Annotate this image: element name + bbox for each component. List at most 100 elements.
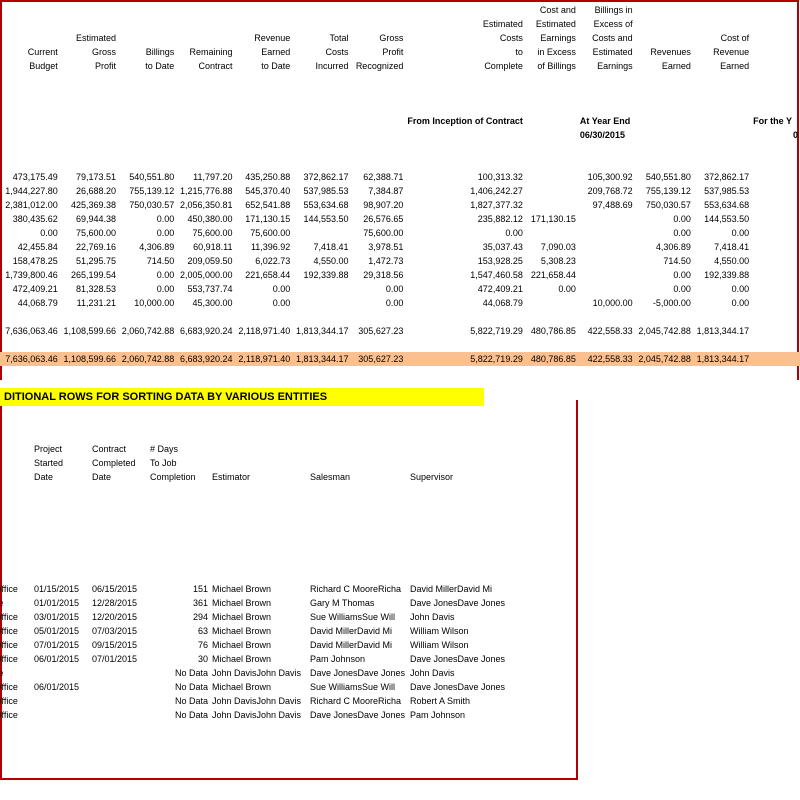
cell[interactable]: 03/01/2015 — [32, 610, 90, 624]
cell[interactable]: 750,030.57 — [118, 198, 176, 212]
cell[interactable]: 0.00 — [118, 268, 176, 282]
cell[interactable]: David MillerDavid Mi — [308, 624, 408, 638]
cell[interactable]: 7,418.41 — [292, 240, 350, 254]
cell[interactable] — [751, 212, 800, 226]
total-cell[interactable]: 2,060,742.88 — [118, 352, 176, 366]
cell[interactable]: 1,827,377.32 — [405, 198, 525, 212]
cell[interactable] — [90, 694, 148, 708]
cell[interactable]: 75,600.00 — [351, 226, 406, 240]
cell[interactable]: Michael Brown — [210, 596, 308, 610]
cell[interactable]: 2,381,012.00 — [2, 198, 60, 212]
cell[interactable]: Dave JonesDave Jones — [308, 708, 408, 722]
cell[interactable]: 714.50 — [635, 254, 693, 268]
cell[interactable]: nia Office — [0, 652, 32, 666]
cell[interactable]: nia Office — [0, 638, 32, 652]
cell[interactable]: Office — [0, 596, 32, 610]
cell[interactable]: 540,551.80 — [635, 170, 693, 184]
cell[interactable]: 12/28/2015 — [90, 596, 148, 610]
cell[interactable] — [32, 694, 90, 708]
cell[interactable]: Michael Brown — [210, 610, 308, 624]
cell[interactable]: 0.00 — [118, 282, 176, 296]
cell[interactable] — [525, 184, 578, 198]
cell[interactable] — [751, 170, 800, 184]
cell[interactable] — [292, 282, 350, 296]
cell[interactable]: No Data — [148, 680, 210, 694]
cell[interactable] — [525, 170, 578, 184]
cell[interactable]: Sue WilliamsSue Will — [308, 680, 408, 694]
cell[interactable]: 5,308.23 — [525, 254, 578, 268]
cell[interactable]: 44,068.79 — [405, 296, 525, 310]
cell[interactable]: 144,553.50 — [693, 212, 751, 226]
cell[interactable]: 380,435.62 — [2, 212, 60, 226]
cell[interactable]: 0.00 — [693, 296, 751, 310]
cell[interactable]: Gary M Thomas — [308, 596, 408, 610]
cell[interactable]: 0.00 — [351, 282, 406, 296]
cell[interactable]: Pam Johnson — [408, 708, 518, 722]
cell[interactable]: Dave JonesDave Jones — [408, 596, 518, 610]
cell[interactable]: John Davis — [408, 610, 518, 624]
cell[interactable]: 171,130.15 — [235, 212, 293, 226]
cell[interactable]: David MillerDavid Mi — [308, 638, 408, 652]
cell[interactable]: 1,739,800.46 — [2, 268, 60, 282]
cell[interactable]: Sue WilliamsSue Will — [308, 610, 408, 624]
cell[interactable]: 07/01/2015 — [32, 638, 90, 652]
cell[interactable]: Dave JonesDave Jones — [408, 652, 518, 666]
cell[interactable]: nia Office — [0, 624, 32, 638]
cell[interactable] — [578, 240, 635, 254]
cell[interactable]: Robert A Smith — [408, 694, 518, 708]
cell[interactable]: 235,882.12 — [405, 212, 525, 226]
total-cell[interactable]: 422,558.33 — [578, 352, 635, 366]
cell[interactable] — [90, 708, 148, 722]
total-cell[interactable]: 2,060,742.88 — [118, 324, 176, 338]
cell[interactable]: 537,985.53 — [292, 184, 350, 198]
cell[interactable]: nia Office — [0, 610, 32, 624]
cell[interactable]: 221,658.44 — [525, 268, 578, 282]
total-cell[interactable]: 7,636,063.46 — [2, 352, 60, 366]
cell[interactable]: 105,300.92 — [578, 170, 635, 184]
cell[interactable]: Dave JonesDave Jones — [308, 666, 408, 680]
cell[interactable]: 435,250.88 — [235, 170, 293, 184]
cell[interactable]: 07/03/2015 — [90, 624, 148, 638]
total-cell[interactable]: 5,822,719.29 — [405, 324, 525, 338]
cell[interactable]: Richard C MooreRicha — [308, 582, 408, 596]
total-cell[interactable]: 5,822,719.29 — [405, 352, 525, 366]
cell[interactable]: 75,600.00 — [60, 226, 118, 240]
cell[interactable]: William Wilson — [408, 638, 518, 652]
cell[interactable]: -5,000.00 — [635, 296, 693, 310]
cell[interactable] — [751, 198, 800, 212]
total-cell[interactable] — [751, 352, 800, 366]
cell[interactable]: 81,328.53 — [60, 282, 118, 296]
total-cell[interactable]: 2,118,971.40 — [235, 352, 293, 366]
cell[interactable]: 30 — [148, 652, 210, 666]
cell[interactable]: 0.00 — [635, 268, 693, 282]
cell[interactable]: 4,306.89 — [635, 240, 693, 254]
cell[interactable]: 4,306.89 — [118, 240, 176, 254]
cell[interactable]: 425,369.38 — [60, 198, 118, 212]
cell[interactable]: Dave JonesDave Jones — [408, 680, 518, 694]
cell[interactable]: 209,059.50 — [176, 254, 234, 268]
cell[interactable]: 192,339.88 — [292, 268, 350, 282]
cell[interactable] — [751, 296, 800, 310]
cell[interactable]: 63 — [148, 624, 210, 638]
cell[interactable]: 473,175.49 — [2, 170, 60, 184]
cell[interactable]: 652,541.88 — [235, 198, 293, 212]
cell[interactable]: 0.00 — [118, 212, 176, 226]
cell[interactable]: 0.00 — [2, 226, 60, 240]
cell[interactable]: nia Office — [0, 582, 32, 596]
total-cell[interactable]: 480,786.85 — [525, 324, 578, 338]
cell[interactable]: 06/01/2015 — [32, 652, 90, 666]
cell[interactable]: 0.00 — [525, 282, 578, 296]
total-cell[interactable]: 2,118,971.40 — [235, 324, 293, 338]
cell[interactable]: 755,139.12 — [635, 184, 693, 198]
cell[interactable]: Michael Brown — [210, 652, 308, 666]
cell[interactable]: 45,300.00 — [176, 296, 234, 310]
cell[interactable]: 97,488.69 — [578, 198, 635, 212]
cell[interactable]: 62,388.71 — [351, 170, 406, 184]
cell[interactable] — [525, 226, 578, 240]
cell[interactable]: David MillerDavid Mi — [408, 582, 518, 596]
total-cell[interactable]: 6,683,920.24 — [176, 352, 234, 366]
cell[interactable]: 0.00 — [635, 282, 693, 296]
total-cell[interactable]: 6,683,920.24 — [176, 324, 234, 338]
cell[interactable]: John DavisJohn Davis — [210, 708, 308, 722]
total-cell[interactable]: 305,627.23 — [351, 324, 406, 338]
